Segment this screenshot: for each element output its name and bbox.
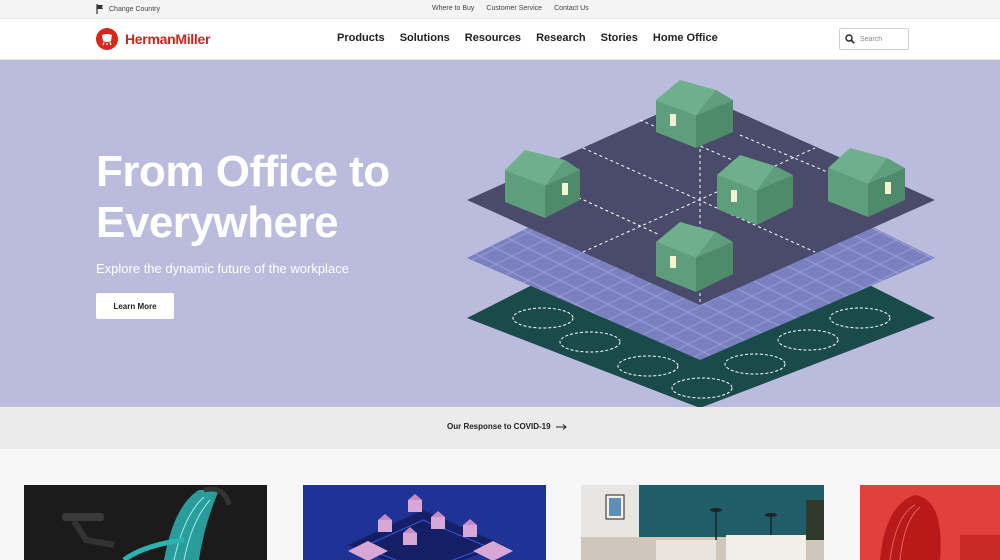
logo-text: HermanMiller — [125, 31, 211, 47]
flag-icon — [96, 4, 103, 14]
feature-cards — [0, 449, 1000, 560]
nav-research[interactable]: Research — [536, 32, 586, 44]
covid-response-link[interactable]: Our Response to COVID-19 — [447, 422, 567, 431]
card-red-chair-photo[interactable] — [860, 485, 1000, 560]
arrow-right-icon — [555, 423, 567, 430]
card-blue-illustration[interactable] — [303, 485, 546, 560]
nav-products[interactable]: Products — [337, 32, 385, 44]
nav-home-office[interactable]: Home Office — [653, 32, 718, 44]
nav-solutions[interactable]: Solutions — [400, 32, 450, 44]
covid-response-label: Our Response to COVID-19 — [447, 422, 551, 431]
nav-resources[interactable]: Resources — [465, 32, 521, 44]
site-header: HermanMiller Products Solutions Resource… — [0, 19, 1000, 60]
search-input[interactable] — [860, 35, 908, 43]
nav-stories[interactable]: Stories — [601, 32, 638, 44]
utility-bar: Change Country Where to Buy Customer Ser… — [0, 0, 1000, 19]
logo-chair-icon — [96, 28, 118, 50]
where-to-buy-link[interactable]: Where to Buy — [432, 5, 474, 12]
utility-links: Where to Buy Customer Service Contact Us — [432, 5, 589, 12]
contact-us-link[interactable]: Contact Us — [554, 5, 589, 12]
change-country-label: Change Country — [109, 5, 160, 13]
main-nav: Products Solutions Resources Research St… — [337, 32, 718, 44]
hero-banner: From Office to Everywhere Explore the dy… — [0, 60, 1000, 407]
learn-more-button[interactable]: Learn More — [96, 293, 174, 319]
card-chair-photo[interactable] — [24, 485, 267, 560]
hero-illustration — [467, 80, 935, 407]
search-box[interactable] — [839, 28, 909, 50]
change-country-link[interactable]: Change Country — [96, 4, 160, 14]
search-icon — [845, 34, 855, 44]
logo[interactable]: HermanMiller — [96, 28, 210, 50]
customer-service-link[interactable]: Customer Service — [486, 5, 542, 12]
hero-subtitle: Explore the dynamic future of the workpl… — [96, 261, 349, 276]
hero-title: From Office to Everywhere — [96, 147, 390, 247]
card-office-photo[interactable] — [581, 485, 824, 560]
covid-banner: Our Response to COVID-19 — [0, 407, 1000, 449]
